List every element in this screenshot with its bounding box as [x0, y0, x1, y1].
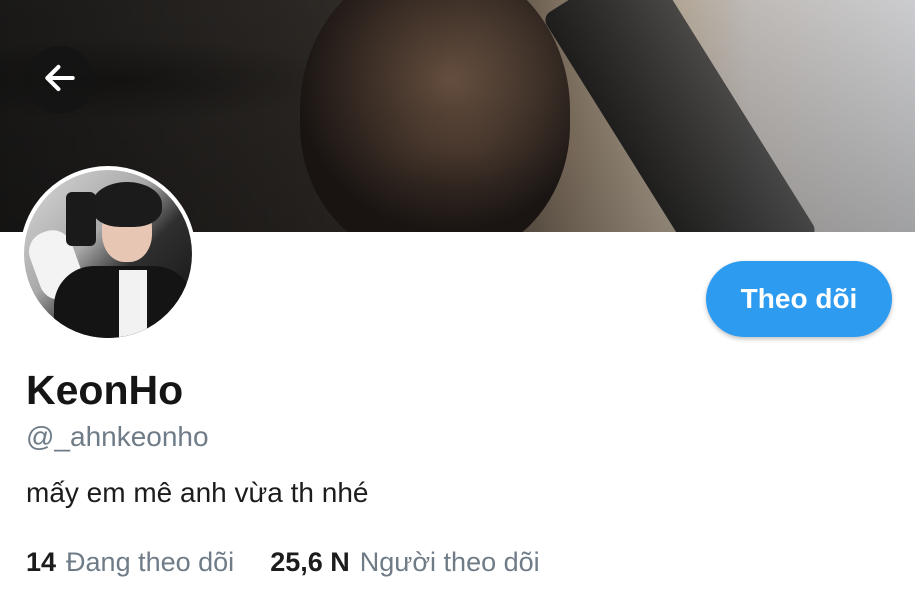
avatar: [24, 170, 192, 338]
back-button[interactable]: [26, 46, 94, 114]
arrow-left-icon: [41, 59, 79, 102]
following-stat[interactable]: 14 Đang theo dõi: [26, 545, 234, 579]
followers-count: 25,6 N: [270, 547, 350, 577]
follow-button[interactable]: Theo dõi: [706, 261, 892, 337]
followers-label: Người theo dõi: [359, 547, 540, 577]
user-handle: @_ahnkeonho: [26, 421, 209, 452]
avatar-phone: [66, 192, 96, 246]
avatar-frame[interactable]: [20, 166, 196, 342]
banner-photo-subject: [300, 0, 570, 232]
display-name: KeonHo: [26, 367, 184, 413]
profile-bio: mấy em mê anh vừa th nhé: [26, 477, 369, 508]
profile-stats: 14 Đang theo dõi 25,6 N Người theo dõi: [26, 545, 540, 579]
following-count: 14: [26, 547, 57, 577]
avatar-hair: [92, 182, 162, 227]
following-label: Đang theo dõi: [66, 547, 235, 577]
avatar-shirt: [119, 270, 147, 338]
followers-stat[interactable]: 25,6 N Người theo dõi: [270, 545, 539, 579]
